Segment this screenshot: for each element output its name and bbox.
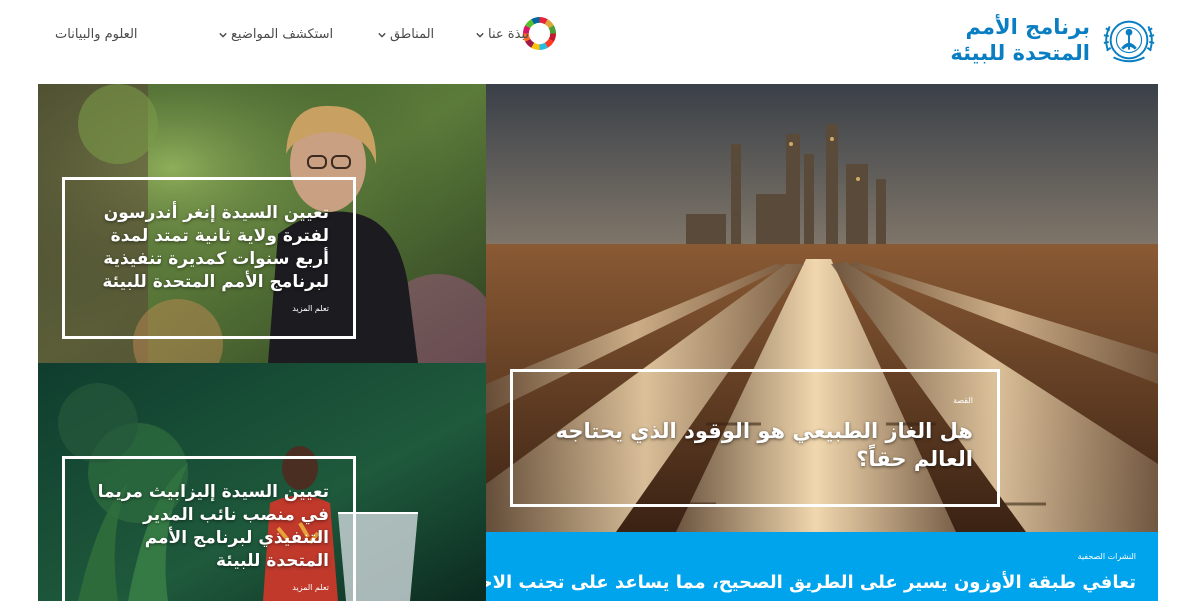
nav-about[interactable]: نبذة عنا xyxy=(476,27,533,42)
nav-explore-topics[interactable]: استكشف المواضيع xyxy=(219,27,337,42)
story-card[interactable]: تعيين السيدة إنغر أندرسون لفترة ولاية ثا… xyxy=(62,177,356,339)
logo-line-1: برنامج الأمم xyxy=(965,15,1090,39)
nav-about-label: نبذة عنا xyxy=(488,27,529,42)
press-release-tag: النشرات الصحفية xyxy=(1077,552,1136,561)
chevron-down-icon xyxy=(476,32,484,38)
unep-logo[interactable]: برنامج الأمم المتحدة للبيئة xyxy=(938,10,1158,70)
logo-line-2: المتحدة للبيئة xyxy=(950,41,1090,65)
feature-tile-natural-gas[interactable]: القصة هل الغاز الطبيعي هو الوقود الذي يح… xyxy=(486,84,1158,532)
site-header: برنامج الأمم المتحدة للبيئة نبذة عنا الم… xyxy=(0,0,1186,84)
story-card[interactable]: تعيين السيدة إليزابيث مريما في منصب نائب… xyxy=(62,456,356,601)
nav-science-data-label: العلوم والبيانات xyxy=(55,27,138,42)
story-title[interactable]: تعيين السيدة إنغر أندرسون لفترة ولاية ثا… xyxy=(89,202,329,294)
story-tag: القصة xyxy=(953,396,973,405)
logo-wordmark: برنامج الأمم المتحدة للبيئة xyxy=(950,14,1090,66)
story-tile-andersen[interactable]: تعيين السيدة إنغر أندرسون لفترة ولاية ثا… xyxy=(38,84,486,363)
press-release-tile[interactable]: النشرات الصحفية تعافي طبقة الأوزون يسير … xyxy=(486,532,1158,601)
feature-title[interactable]: هل الغاز الطبيعي هو الوقود الذي يحتاجه ا… xyxy=(537,417,973,473)
learn-more-link[interactable]: تعلم المزيد xyxy=(89,304,329,313)
story-title[interactable]: تعيين السيدة إليزابيث مريما في منصب نائب… xyxy=(89,481,329,573)
chevron-down-icon xyxy=(378,32,386,38)
story-tile-mrema[interactable]: تعيين السيدة إليزابيث مريما في منصب نائب… xyxy=(38,363,486,601)
nav-explore-topics-label: استكشف المواضيع xyxy=(231,27,334,42)
feature-card[interactable]: القصة هل الغاز الطبيعي هو الوقود الذي يح… xyxy=(510,369,1000,507)
hero-grid: تعيين السيدة إنغر أندرسون لفترة ولاية ثا… xyxy=(38,84,1158,601)
un-emblem-icon xyxy=(1103,20,1155,63)
press-release-title[interactable]: تعافي طبقة الأوزون يسير على الطريق الصحي… xyxy=(486,572,1136,593)
nav-regions-label: المناطق xyxy=(390,27,435,42)
nav-science-data[interactable]: العلوم والبيانات xyxy=(55,27,138,42)
chevron-down-icon xyxy=(219,32,227,38)
nav-regions[interactable]: المناطق xyxy=(378,27,438,42)
learn-more-link[interactable]: تعلم المزيد xyxy=(89,583,329,592)
